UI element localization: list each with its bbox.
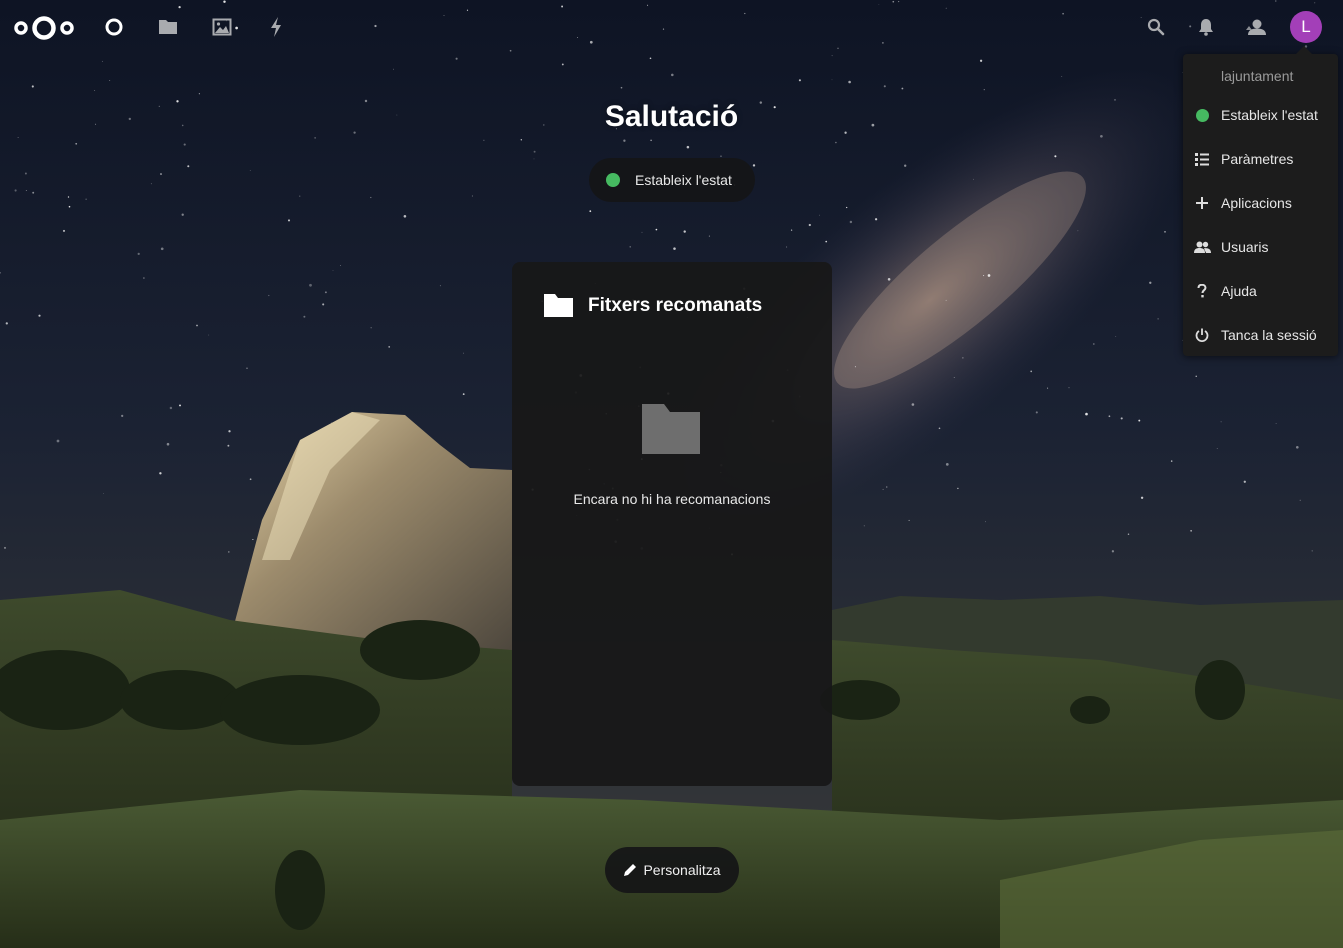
avatar-initial: L [1301,17,1311,36]
customize-button[interactable]: Personalitza [605,847,739,893]
set-status-label: Estableix l'estat [635,172,732,188]
folder-icon [544,294,573,317]
pencil-icon [624,864,637,876]
status-dot-icon [1195,108,1209,122]
recommended-files-panel: Fitxers recomanats Encara no hi ha recom… [512,262,832,786]
power-icon [1183,313,1221,357]
menu-item-label: Aplicacions [1221,195,1292,211]
empty-folder-icon [642,404,700,454]
menu-item-settings[interactable]: Paràmetres [1183,137,1338,181]
panel-header: Fitxers recomanats [544,294,762,317]
set-status-button[interactable]: Estableix l'estat [589,158,755,202]
nextcloud-logo[interactable] [13,13,75,43]
customize-label: Personalitza [643,862,721,878]
greeting-title: Salutació [604,100,739,133]
search-icon[interactable] [1144,15,1168,39]
menu-item-label: Tanca la sessió [1221,327,1317,343]
menu-item-set-status[interactable]: Estableix l'estat [1183,93,1338,137]
menu-item-logout[interactable]: Tanca la sessió [1183,313,1338,357]
photos-icon[interactable] [210,15,234,39]
plus-icon [1183,181,1221,225]
contacts-icon[interactable] [1244,15,1268,39]
menu-item-apps[interactable]: Aplicacions [1183,181,1338,225]
panel-title: Fitxers recomanats [588,294,763,316]
empty-message: Encara no hi ha recomanacions [573,491,771,507]
status-dot-icon [606,173,620,187]
dashboard-icon[interactable] [102,15,126,39]
help-icon [1183,269,1221,313]
users-icon [1183,225,1221,269]
notifications-icon[interactable] [1194,15,1218,39]
menu-username: lajuntament [1221,68,1294,84]
activity-icon[interactable] [264,15,288,39]
files-icon[interactable] [156,15,180,39]
menu-item-label: Ajuda [1221,283,1257,299]
top-header: L [0,0,1343,54]
settings-list-icon [1183,137,1221,181]
menu-item-label: Estableix l'estat [1221,107,1318,123]
user-menu: lajuntament Estableix l'estat Paràmetres… [1183,46,1338,357]
menu-item-label: Usuaris [1221,239,1269,255]
menu-item-label: Paràmetres [1221,151,1294,167]
user-avatar[interactable]: L [1290,11,1322,43]
menu-item-help[interactable]: Ajuda [1183,269,1338,313]
menu-item-users[interactable]: Usuaris [1183,225,1338,269]
